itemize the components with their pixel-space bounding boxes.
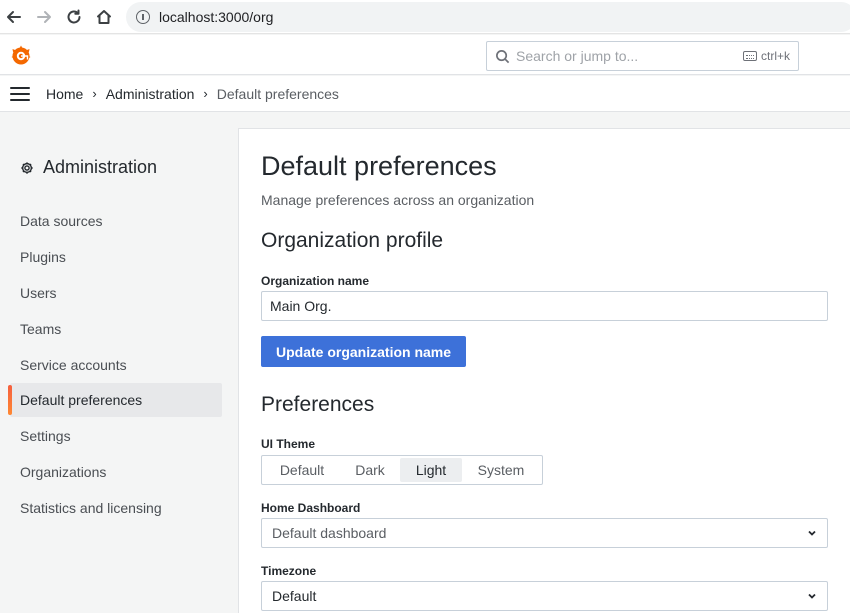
sidebar-item-label: Plugins [20, 249, 66, 265]
org-name-input[interactable] [261, 291, 828, 321]
home-dashboard-select[interactable]: Default dashboard [261, 518, 828, 548]
keyboard-shortcut: ctrl+k [742, 49, 790, 63]
main-panel: Default preferences Manage preferences a… [238, 128, 850, 613]
chevron-right-icon: › [203, 86, 208, 101]
app-header: Search or jump to... ctrl+k [0, 35, 850, 75]
grafana-logo-icon[interactable] [9, 43, 33, 67]
sidebar-item-teams[interactable]: Teams [10, 312, 222, 346]
reload-icon[interactable] [64, 7, 84, 27]
update-org-name-button[interactable]: Update organization name [261, 336, 467, 367]
ui-theme-selector: Default Dark Light System [261, 455, 543, 485]
search-icon [496, 49, 510, 63]
keyboard-icon [742, 51, 757, 61]
sidebar-item-service-accounts[interactable]: Service accounts [10, 348, 222, 382]
back-icon[interactable] [4, 7, 24, 27]
forward-icon[interactable] [34, 7, 54, 27]
url-text: localhost:3000/org [159, 9, 274, 25]
theme-option-system[interactable]: System [462, 458, 540, 482]
timezone-label: Timezone [261, 564, 317, 578]
org-name-label: Organization name [261, 274, 370, 288]
site-info-icon[interactable] [136, 10, 150, 24]
preferences-heading: Preferences [261, 393, 375, 416]
sidebar-item-plugins[interactable]: Plugins [10, 240, 222, 274]
menu-icon[interactable] [10, 86, 30, 101]
search-placeholder: Search or jump to... [516, 48, 639, 64]
sidebar-item-label: Settings [20, 428, 71, 444]
sidebar-item-users[interactable]: Users [10, 276, 222, 310]
chevron-right-icon: › [92, 86, 97, 101]
sidebar-item-default-preferences[interactable]: Default preferences [8, 383, 222, 417]
breadcrumb-current: Default preferences [216, 85, 339, 102]
sidebar: Administration Data sources Plugins User… [0, 113, 238, 613]
sidebar-title: Administration [20, 157, 157, 178]
home-dashboard-value: Default dashboard [272, 525, 387, 541]
sidebar-item-settings[interactable]: Settings [10, 419, 222, 453]
sidebar-item-label: Service accounts [20, 357, 127, 373]
breadcrumb-bar: Home › Administration › Default preferen… [0, 76, 850, 112]
browser-toolbar: localhost:3000/org [0, 0, 850, 34]
theme-option-default[interactable]: Default [264, 458, 340, 482]
sidebar-item-label: Default preferences [20, 392, 143, 408]
sidebar-item-label: Teams [20, 321, 62, 337]
timezone-value: Default [272, 588, 317, 604]
theme-option-dark[interactable]: Dark [340, 458, 400, 482]
sidebar-item-data-sources[interactable]: Data sources [10, 204, 222, 238]
home-icon[interactable] [94, 7, 114, 27]
sidebar-item-label: Data sources [20, 213, 103, 229]
theme-option-light[interactable]: Light [400, 458, 462, 482]
sidebar-item-label: Users [20, 285, 57, 301]
breadcrumb-home[interactable]: Home [46, 86, 83, 102]
sidebar-item-label: Organizations [20, 464, 107, 480]
sidebar-item-statistics[interactable]: Statistics and licensing [10, 491, 222, 525]
ui-theme-label: UI Theme [261, 437, 316, 451]
gear-icon [21, 161, 33, 174]
sidebar-title-text: Administration [43, 157, 158, 177]
timezone-select[interactable]: Default [261, 581, 828, 611]
address-bar[interactable]: localhost:3000/org [126, 2, 850, 32]
home-dashboard-label: Home Dashboard [261, 501, 361, 515]
page-title: Default preferences [261, 151, 497, 181]
breadcrumb: Home › Administration › Default preferen… [46, 86, 339, 102]
sidebar-item-organizations[interactable]: Organizations [10, 455, 222, 489]
page-subtitle: Manage preferences across an organizatio… [261, 192, 535, 208]
org-profile-heading: Organization profile [261, 229, 444, 252]
sidebar-item-label: Statistics and licensing [20, 500, 162, 516]
shortcut-text: ctrl+k [760, 49, 790, 63]
search-input[interactable]: Search or jump to... ctrl+k [486, 41, 799, 71]
breadcrumb-administration[interactable]: Administration [106, 86, 195, 102]
chevron-down-icon [808, 530, 816, 536]
chevron-down-icon [808, 593, 816, 599]
